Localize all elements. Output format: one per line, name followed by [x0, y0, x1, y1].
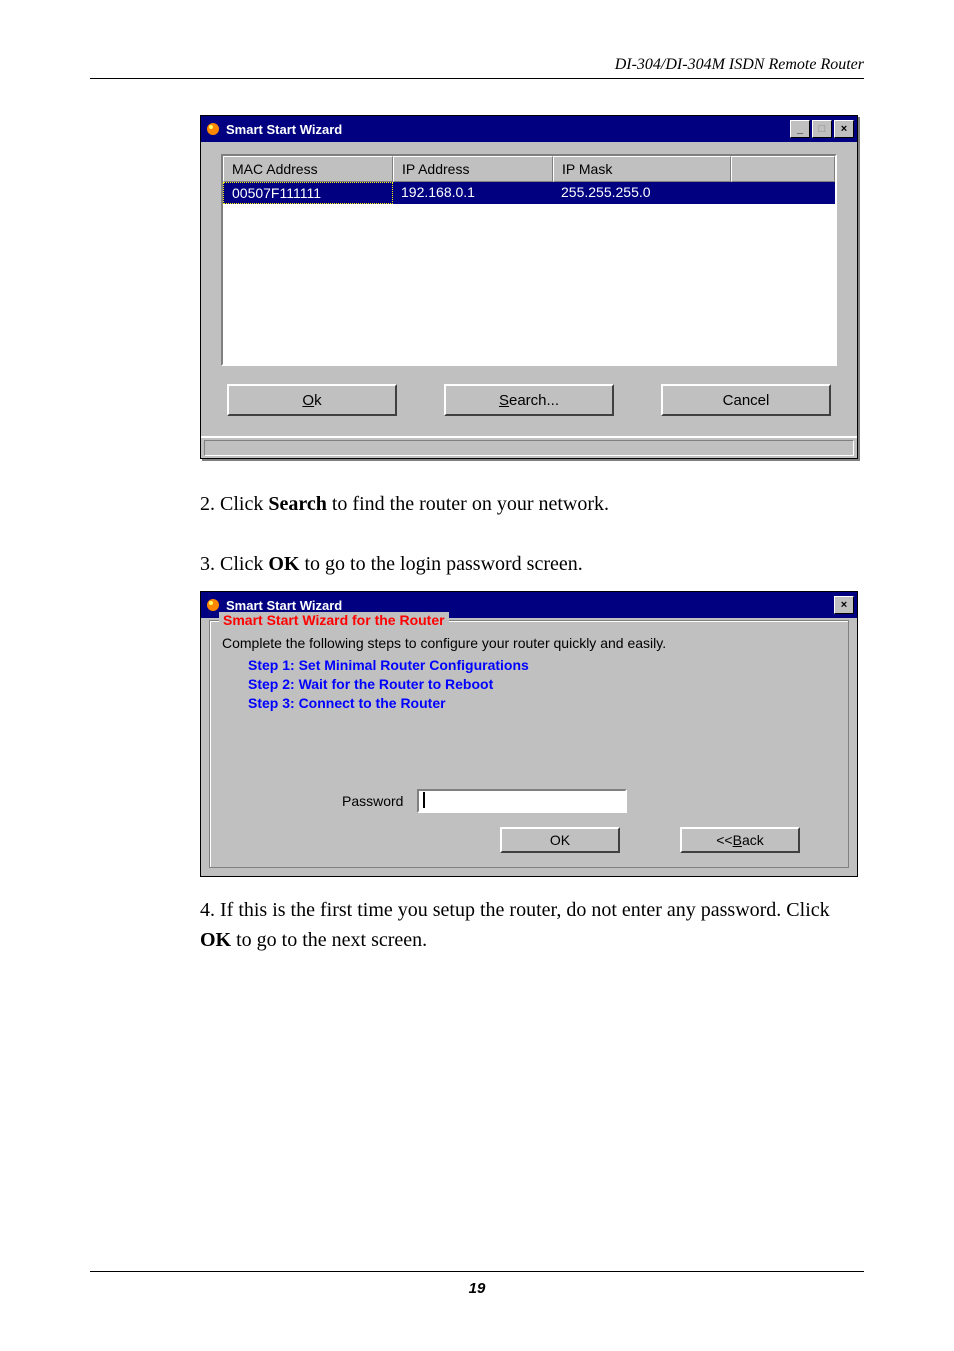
search-mnemonic: S: [499, 392, 509, 409]
instr4-a: 4. If this is the first time you setup t…: [200, 899, 830, 921]
ok-rest: k: [314, 392, 322, 409]
group-title: Smart Start Wizard for the Router: [219, 612, 449, 628]
footer-rule: [90, 1271, 864, 1272]
status-well: [204, 440, 854, 456]
instr2-c: to find the router on your network.: [327, 493, 609, 515]
window-title: Smart Start Wizard: [226, 122, 790, 137]
list-header-row: MAC Address IP Address IP Mask: [223, 156, 835, 182]
password-input[interactable]: [417, 789, 627, 813]
instr3-bold: OK: [268, 553, 299, 575]
instr4-bold: OK: [200, 929, 231, 951]
page-number: 19: [90, 1280, 864, 1297]
ok-button-2[interactable]: OK: [500, 827, 620, 853]
col-mac-address[interactable]: MAC Address: [223, 156, 393, 182]
smart-start-wizard-window-2: Smart Start Wizard × Smart Start Wizard …: [200, 591, 858, 877]
cell-mask: 255.255.255.0: [553, 182, 731, 204]
col-spacer: [731, 156, 835, 182]
wizard-group: Smart Start Wizard for the Router Comple…: [209, 620, 849, 868]
col-ip-address[interactable]: IP Address: [393, 156, 553, 182]
col-ip-mask[interactable]: IP Mask: [553, 156, 731, 182]
wizard-description: Complete the following steps to configur…: [222, 635, 836, 651]
header-product: DI-304/DI-304M ISDN Remote Router: [90, 56, 864, 74]
status-bar: [201, 436, 857, 458]
back-mnemonic: B: [733, 832, 742, 848]
window-title-2: Smart Start Wizard: [226, 598, 834, 613]
cell-ip: 192.168.0.1: [393, 182, 553, 204]
header-rule: [90, 78, 864, 79]
instr3-c: to go to the login password screen.: [299, 553, 582, 575]
titlebar[interactable]: Smart Start Wizard _ □ ×: [201, 116, 857, 142]
password-label: Password: [342, 793, 403, 809]
back-prefix: <<: [716, 832, 732, 848]
cell-mac: 00507F111111: [223, 182, 393, 204]
instr2-a: 2. Click: [200, 493, 268, 515]
instr2-bold: Search: [268, 493, 327, 515]
instruction-3: 3. Click OK to go to the login password …: [200, 549, 846, 579]
app-icon: [204, 120, 222, 138]
instruction-2: 2. Click Search to find the router on yo…: [200, 489, 846, 519]
ok-mnemonic: O: [302, 392, 314, 409]
device-list: MAC Address IP Address IP Mask 00507F111…: [221, 154, 837, 366]
list-empty-area: [223, 204, 835, 364]
step-3: Step 3: Connect to the Router: [248, 695, 836, 711]
maximize-icon: □: [812, 120, 832, 138]
minimize-icon[interactable]: _: [790, 120, 810, 138]
search-button[interactable]: Search...: [444, 384, 614, 416]
close-icon-2[interactable]: ×: [834, 596, 854, 614]
window-controls: _ □ ×: [790, 120, 854, 138]
ok-button[interactable]: Ok: [227, 384, 397, 416]
smart-start-wizard-window-1: Smart Start Wizard _ □ × MAC Address IP …: [200, 115, 858, 459]
search-rest: earch...: [509, 392, 559, 409]
close-icon[interactable]: ×: [834, 120, 854, 138]
step-1: Step 1: Set Minimal Router Configuration…: [248, 657, 836, 673]
device-row[interactable]: 00507F111111 192.168.0.1 255.255.255.0: [223, 182, 835, 204]
window-controls-2: ×: [834, 596, 854, 614]
step-2: Step 2: Wait for the Router to Reboot: [248, 676, 836, 692]
instr4-c: to go to the next screen.: [231, 929, 427, 951]
back-button[interactable]: <<Back: [680, 827, 800, 853]
footer: 19: [90, 1271, 864, 1297]
instruction-4: 4. If this is the first time you setup t…: [200, 895, 846, 955]
back-rest: ack: [742, 832, 764, 848]
cancel-button[interactable]: Cancel: [661, 384, 831, 416]
text-cursor: [423, 792, 425, 808]
instr3-a: 3. Click: [200, 553, 268, 575]
